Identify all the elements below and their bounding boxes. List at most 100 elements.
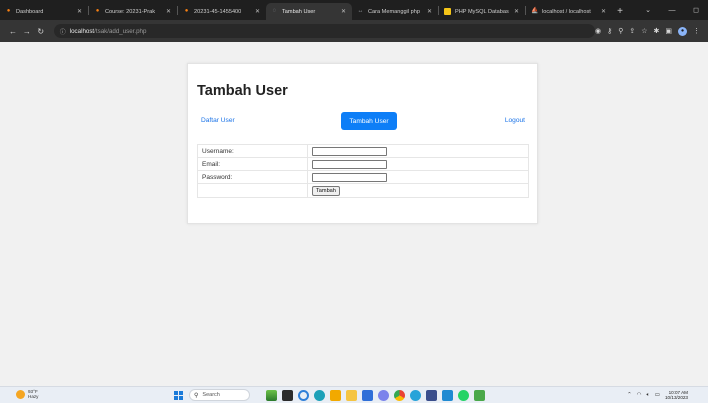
edge-icon[interactable] — [314, 390, 325, 401]
address-bar[interactable]: ⓘ localhost /tsak/add_user.php — [53, 24, 595, 38]
windows-taskbar: 93°F Hazy ⚲ Search ⌃ ◠ 🔈︎ ▭ 10:07 AM 10/… — [0, 386, 708, 403]
tab-label: Dashboard — [16, 8, 44, 15]
store-icon[interactable] — [362, 390, 373, 401]
tab-label: Cara Memanggil php — [368, 8, 420, 15]
form-row-submit: Tambah — [197, 183, 529, 198]
windows-start-icon[interactable] — [174, 391, 183, 400]
wifi-icon[interactable]: ◠ — [637, 392, 642, 398]
clock[interactable]: 10:07 AM 10/13/2023 — [665, 390, 688, 400]
sun-icon — [16, 389, 25, 399]
tab-search-icon[interactable]: ⌄ — [636, 6, 660, 14]
close-icon[interactable]: ✕ — [166, 8, 171, 15]
app-icon[interactable] — [426, 390, 437, 401]
password-input[interactable] — [312, 172, 387, 182]
app-icon[interactable] — [410, 390, 421, 401]
maximize-icon[interactable]: ◻ — [684, 6, 708, 14]
back-icon[interactable]: ← — [6, 27, 20, 36]
tab-label: localhost / localhost — [542, 8, 591, 15]
weather-widget[interactable]: 93°F Hazy — [16, 389, 38, 399]
reload-icon[interactable]: ↻ — [34, 27, 48, 36]
close-icon[interactable]: ✕ — [255, 8, 260, 15]
tab-dashboard[interactable]: ● Dashboard ✕ — [0, 3, 88, 20]
url-host: localhost — [69, 27, 95, 35]
close-icon[interactable]: ✕ — [514, 8, 519, 15]
forward-icon[interactable]: → — [20, 27, 34, 36]
teams-icon[interactable] — [378, 390, 389, 401]
close-icon[interactable]: ✕ — [601, 8, 606, 15]
close-icon[interactable]: ✕ — [341, 8, 346, 15]
email-cell — [307, 157, 529, 171]
app-icon[interactable] — [330, 390, 341, 401]
add-user-form: Username: Email: Password: Tambah — [197, 144, 529, 198]
email-label: Email: — [197, 157, 308, 171]
tab-php-mysql[interactable]: PHP MySQL Databas ✕ — [439, 3, 525, 20]
tab-label: PHP MySQL Databas — [455, 8, 509, 15]
widgets-icon[interactable] — [266, 390, 277, 401]
tambah-user-button[interactable]: Tambah User — [341, 112, 397, 130]
form-row-email: Email: — [197, 157, 529, 171]
url-path: /tsak/add_user.php — [94, 27, 147, 35]
weather-text: 93°F Hazy — [28, 389, 38, 399]
logout-link[interactable]: Logout — [505, 117, 525, 124]
chrome-icon[interactable] — [394, 390, 405, 401]
cortana-icon[interactable] — [298, 390, 309, 401]
password-label: Password: — [197, 170, 308, 184]
battery-icon[interactable]: ▭ — [655, 392, 660, 398]
form-row-username: Username: — [197, 144, 529, 158]
submit-cell: Tambah — [307, 183, 529, 198]
browser-toolbar: ← → ↻ ⓘ localhost /tsak/add_user.php ◉ ⚷… — [0, 20, 708, 42]
key-icon[interactable]: ⚷ — [607, 27, 612, 35]
taskbar-apps — [266, 390, 485, 401]
vscode-icon[interactable] — [442, 390, 453, 401]
task-view-icon[interactable] — [282, 390, 293, 401]
form-row-password: Password: — [197, 170, 529, 184]
weather-condition: Hazy — [28, 394, 39, 399]
chevron-up-icon[interactable]: ⌃ — [627, 392, 632, 398]
close-icon[interactable]: ✕ — [77, 8, 82, 15]
username-label: Username: — [197, 144, 308, 158]
page-title: Tambah User — [197, 83, 288, 99]
close-icon[interactable]: ✕ — [427, 8, 432, 15]
toolbar-icons: ◉ ⚷ ⚲ ⇪ ☆ ✱ ▣ ● ⋮ — [595, 26, 702, 36]
password-cell — [307, 170, 529, 184]
tambah-submit-button[interactable]: Tambah — [312, 185, 340, 196]
tab-label: Tambah User — [282, 8, 316, 15]
tab-assignment[interactable]: ● 20231-45-1455400 ✕ — [178, 3, 266, 20]
new-tab-button[interactable]: + — [612, 3, 628, 20]
tab-tambah-user[interactable]: ◌ Tambah User ✕ — [266, 3, 352, 20]
link-icon: ↔ — [357, 8, 364, 14]
content-card: Tambah User Daftar User Tambah User Logo… — [187, 63, 538, 224]
window-controls: ⌄ — ◻ — [636, 0, 708, 20]
site-info-icon[interactable]: ⓘ — [60, 27, 66, 36]
file-explorer-icon[interactable] — [346, 390, 357, 401]
sidepanel-icon[interactable]: ▣ — [665, 27, 672, 35]
tab-cara-memanggil[interactable]: ↔ Cara Memanggil php ✕ — [352, 3, 438, 20]
page-viewport: Tambah User Daftar User Tambah User Logo… — [0, 42, 708, 386]
volume-icon[interactable]: 🔈︎ — [646, 392, 649, 399]
empty-cell — [197, 183, 308, 198]
tab-course[interactable]: ● Course: 20231-Prak ✕ — [89, 3, 177, 20]
profile-avatar-icon[interactable]: ● — [678, 26, 688, 36]
moodle-icon: ● — [6, 8, 11, 14]
whatsapp-icon[interactable] — [458, 390, 469, 401]
bookmark-star-icon[interactable]: ☆ — [641, 27, 647, 35]
app-icon[interactable] — [474, 390, 485, 401]
google-lens-icon[interactable]: ◉ — [595, 27, 601, 35]
search-placeholder: Search — [202, 392, 220, 398]
share-icon[interactable]: ⇪ — [629, 27, 635, 35]
clock-date: 10/13/2023 — [665, 395, 688, 400]
globe-icon: ◌ — [272, 8, 277, 14]
username-input[interactable] — [312, 146, 387, 156]
tab-phpmyadmin[interactable]: ⛵ localhost / localhost ✕ — [526, 3, 612, 20]
taskbar-search[interactable]: ⚲ Search — [189, 389, 250, 401]
moodle-icon: ● — [184, 8, 189, 14]
zoom-icon[interactable]: ⚲ — [618, 27, 623, 35]
minimize-icon[interactable]: — — [660, 7, 684, 14]
phpmyadmin-icon: ⛵ — [531, 8, 539, 14]
extensions-icon[interactable]: ✱ — [654, 27, 660, 35]
menu-icon[interactable]: ⋮ — [693, 27, 700, 35]
tab-label: Course: 20231-Prak — [105, 8, 156, 15]
daftar-user-link[interactable]: Daftar User — [201, 117, 235, 124]
email-input[interactable] — [312, 159, 387, 169]
w3schools-icon — [444, 8, 451, 15]
